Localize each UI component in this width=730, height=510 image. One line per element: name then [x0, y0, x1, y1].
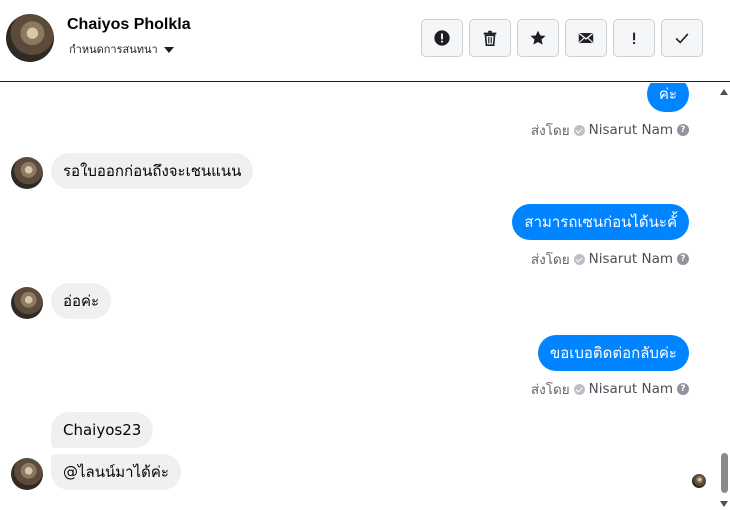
verified-check-icon — [573, 383, 585, 395]
help-icon[interactable]: ? — [677, 383, 689, 395]
report-button[interactable] — [421, 19, 463, 57]
caret-down-icon — [163, 47, 174, 53]
conversation-options-label: กำหนดการสนทนา — [69, 43, 158, 56]
sent-by-prefix: ส่งโดย — [530, 252, 570, 268]
star-button[interactable] — [517, 19, 559, 57]
agent-name[interactable]: Nisarut Nam — [589, 381, 673, 397]
incoming-message[interactable]: Chaiyos23 — [51, 412, 154, 448]
trash-icon — [483, 30, 497, 47]
scrollbar[interactable] — [718, 83, 730, 510]
contact-name[interactable]: Chaiyos Pholkla — [67, 16, 191, 34]
checkmark-icon — [675, 33, 689, 44]
envelope-icon — [578, 33, 594, 43]
sent-by-prefix: ส่งโดย — [530, 123, 570, 139]
contact-avatar[interactable] — [6, 14, 54, 62]
outgoing-message[interactable]: สามารถเซนก่อนได้นะคั้ — [512, 204, 689, 240]
seen-indicator-avatar — [692, 474, 706, 488]
outgoing-message[interactable]: ขอเบอติดต่อกลับค่ะ — [537, 335, 689, 371]
star-icon — [530, 30, 546, 45]
spam-button[interactable] — [613, 19, 655, 57]
verified-check-icon — [573, 253, 585, 265]
mark-unread-button[interactable] — [565, 19, 607, 57]
incoming-message[interactable]: อ่อค่ะ — [51, 283, 112, 319]
contact-avatar-small[interactable] — [11, 458, 43, 490]
sent-by-label: ส่งโดย Nisarut Nam ? — [531, 248, 689, 270]
agent-name[interactable]: Nisarut Nam — [589, 251, 673, 267]
help-icon[interactable]: ? — [677, 253, 689, 265]
incoming-message[interactable]: รอใบออกก่อนถึงจะเชนแนน — [51, 153, 254, 189]
exclamation-icon — [633, 32, 636, 45]
conversation-header: Chaiyos Pholkla กำหนดการสนทนา — [0, 0, 730, 82]
delete-button[interactable] — [469, 19, 511, 57]
scrollbar-thumb[interactable] — [721, 453, 728, 493]
sent-by-label: ส่งโดย Nisarut Nam ? — [531, 119, 689, 141]
scroll-down-arrow-icon[interactable] — [720, 501, 728, 507]
incoming-message[interactable]: @ไลนน์มาได้ค่ะ — [51, 454, 181, 490]
help-icon[interactable]: ? — [677, 124, 689, 136]
mark-done-button[interactable] — [661, 19, 703, 57]
conversation-toolbar — [421, 19, 703, 57]
alert-circle-icon — [434, 30, 450, 46]
sent-by-prefix: ส่งโดย — [530, 382, 570, 398]
outgoing-message[interactable]: ค่ะ — [646, 83, 689, 112]
contact-avatar-small[interactable] — [11, 287, 43, 319]
agent-name[interactable]: Nisarut Nam — [589, 122, 673, 138]
message-thread[interactable]: ค่ะ ส่งโดย Nisarut Nam ? รอใบออกก่อนถึงจ… — [0, 83, 718, 510]
contact-avatar-small[interactable] — [11, 157, 43, 189]
conversation-options-dropdown[interactable]: กำหนดการสนทนา — [69, 40, 174, 58]
scroll-up-arrow-icon[interactable] — [720, 89, 728, 95]
verified-check-icon — [573, 124, 585, 136]
sent-by-label: ส่งโดย Nisarut Nam ? — [531, 378, 689, 400]
